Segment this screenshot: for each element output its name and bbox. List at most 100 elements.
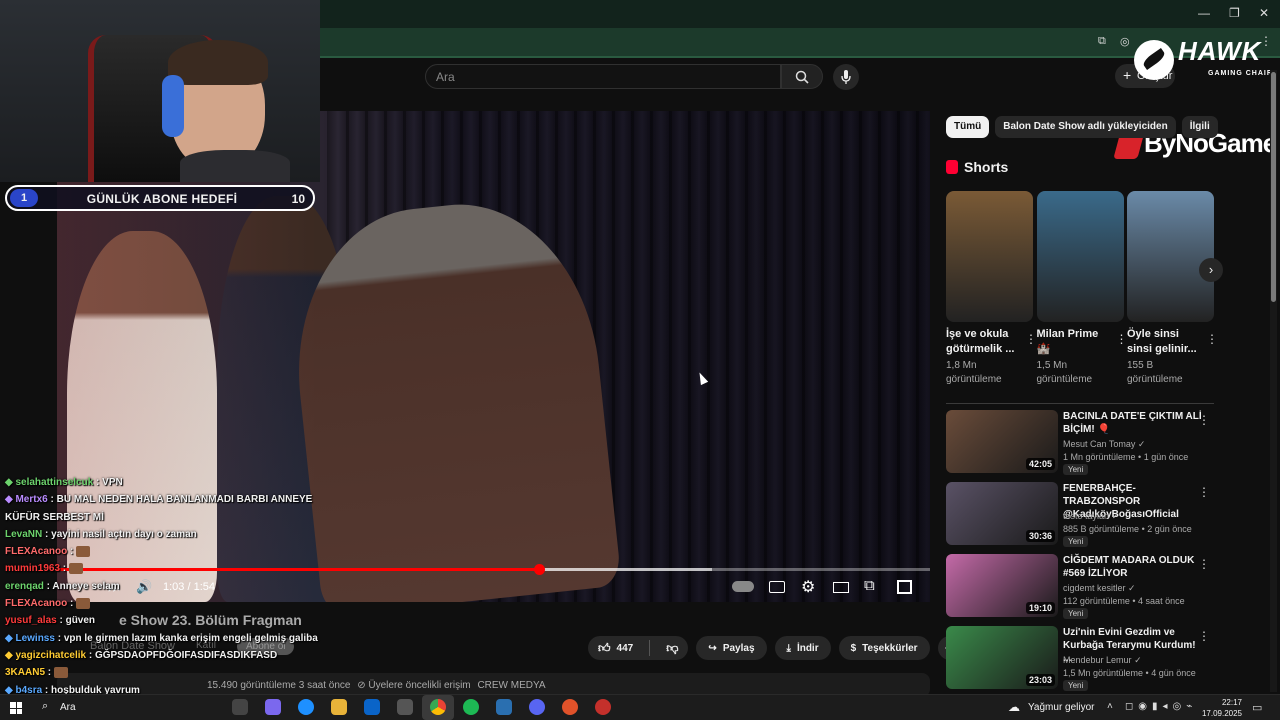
more-dots-icon[interactable]: ⋮ [1198, 413, 1210, 427]
download-button[interactable]: ⤓ İndir [774, 636, 831, 660]
chat-username[interactable]: FLEXAcanoo [5, 598, 67, 609]
start-icon[interactable] [10, 702, 22, 714]
short-thumbnail[interactable] [946, 191, 1033, 322]
cast-icon[interactable]: ⧉ [1098, 35, 1106, 48]
eye-off-icon[interactable]: ◎ [1120, 35, 1130, 48]
more-dots-icon[interactable]: ⋮ [1116, 332, 1128, 346]
close-icon[interactable]: ✕ [1259, 6, 1269, 20]
tray-icons[interactable]: ◻◉▮◂◎⌁ [1125, 701, 1197, 712]
video-title[interactable]: BACINLA DATE'E ÇIKTIM ALİ BİÇİM! 🎈 [1063, 410, 1203, 436]
thanks-button[interactable]: $ Teşekkürler [838, 636, 930, 660]
search-button[interactable] [781, 64, 823, 89]
outlook-icon[interactable] [364, 699, 380, 715]
short-card[interactable]: Öyle sinsi sinsi gelinir... 155 B görüntül… [1127, 191, 1218, 387]
minimize-icon[interactable]: — [1198, 6, 1210, 20]
chat-username[interactable]: selahattinselcuk [15, 477, 93, 488]
copilot-icon[interactable] [265, 699, 281, 715]
dislike-button[interactable]: 👎︎ [656, 641, 688, 656]
chat-username[interactable]: Lewinss [15, 633, 54, 644]
more-dots-icon[interactable]: ⋮ [1025, 332, 1037, 346]
edge-icon[interactable] [298, 699, 314, 715]
taskbar-search[interactable]: ⌕ Ara [34, 697, 214, 718]
short-title[interactable]: İşe ve okula götürmelik ... [946, 327, 1021, 357]
autoplay-toggle[interactable] [732, 581, 754, 592]
chat-username[interactable]: FLEXAcanoo [5, 546, 67, 557]
system-clock[interactable]: 22:17 17.09.2025 [1202, 697, 1242, 719]
video-progress-knob[interactable] [533, 564, 545, 575]
video-duration: 19:10 [1025, 602, 1055, 614]
chat-username[interactable]: erenqad [5, 581, 44, 592]
app-icon[interactable] [562, 699, 578, 715]
short-thumbnail[interactable] [1036, 191, 1124, 322]
short-card[interactable]: İşe ve okula götürmelik ... 1,8 Mn görüntü… [946, 191, 1037, 387]
short-thumbnail[interactable] [1127, 191, 1214, 322]
recommended-video[interactable]: 30:36 FENERBAHÇE-TRABZONSPOR @KadıköyBoğa… [946, 482, 1214, 548]
video-thumbnail[interactable]: 30:36 [946, 482, 1058, 545]
xbox-icon[interactable] [397, 699, 413, 715]
short-card[interactable]: Milan Prime 🏰 1,5 Mn görüntüleme ⋮ [1036, 191, 1128, 387]
crew-tag[interactable]: CREW MEDYA [477, 680, 545, 691]
video-channel[interactable]: Mesut Can Tomay ✓ [1063, 439, 1145, 450]
shorts-next-button[interactable]: › [1199, 258, 1223, 282]
app-icon[interactable] [595, 699, 611, 715]
video-channel[interactable]: Mendebur Lemur ✓ [1063, 655, 1142, 666]
chevron-up-icon[interactable]: ˄ [1107, 701, 1113, 712]
chat-separator: : [60, 563, 69, 575]
chat-separator: : [93, 477, 103, 488]
menu-dots-icon[interactable]: ⋮ [1260, 34, 1272, 48]
cast-icon[interactable]: ⧉ [864, 577, 875, 594]
task-view-icon[interactable] [232, 699, 248, 715]
discord-icon[interactable] [529, 699, 545, 715]
recommended-video[interactable]: 19:10 CİĞDEMT MADARA OLDUK #569 İZLİYOR ci… [946, 554, 1214, 620]
chat-username[interactable]: mumin1963 [5, 563, 60, 574]
file-explorer-icon[interactable] [331, 699, 347, 715]
chrome-icon[interactable] [430, 699, 446, 715]
weather-text[interactable]: Yağmur geliyor [1028, 702, 1095, 713]
chat-username[interactable]: 3KAAN5 [5, 667, 45, 678]
chip-all[interactable]: Tümü [946, 116, 990, 138]
more-dots-icon[interactable]: ⋮ [1198, 557, 1210, 571]
chat-message: erenqad : Anneye selam [0, 578, 345, 595]
short-views-unit: görüntüleme [1036, 374, 1093, 385]
recommended-video[interactable]: 23:03 Uzi'nin Evini Gezdim ve Kurbağa Ter… [946, 626, 1214, 692]
chat-username[interactable]: LevaNN [5, 529, 42, 540]
more-dots-icon[interactable]: ⋮ [1198, 485, 1210, 499]
video-channel[interactable]: testo taylan ✓ [1063, 511, 1119, 522]
chip-uploader[interactable]: Balon Date Show adlı yükleyiciden [995, 116, 1176, 138]
short-title[interactable]: Öyle sinsi sinsi gelinir... [1127, 327, 1202, 357]
chat-message: ◆ yagizcihatcelik : GĞPSDAOPFDĞOIFASDIFA… [0, 647, 345, 664]
chat-badge-icon: ◆ [5, 477, 16, 488]
video-thumbnail[interactable]: 23:03 [946, 626, 1058, 689]
spotify-icon[interactable] [463, 699, 479, 715]
notifications-icon[interactable]: ▭ [1252, 701, 1262, 714]
theater-mode-icon[interactable] [833, 582, 849, 593]
voice-search-button[interactable] [833, 64, 859, 90]
shorts-icon [946, 160, 958, 174]
short-title[interactable]: Milan Prime 🏰 [1037, 327, 1112, 357]
settings-gear-icon[interactable]: ⚙ [801, 577, 815, 597]
scrollbar-thumb[interactable] [1271, 72, 1276, 302]
short-views-unit: görüntüleme [946, 374, 1002, 385]
video-thumbnail[interactable]: 42:05 [946, 410, 1058, 473]
goal-target: 10 [291, 192, 305, 206]
app-icon[interactable] [496, 699, 512, 715]
video-channel[interactable]: cigdemt kesitler ✓ [1063, 583, 1136, 594]
chat-username[interactable]: Mertx6 [15, 494, 47, 505]
share-button[interactable]: ↪ Paylaş [696, 636, 767, 660]
recommended-video[interactable]: 42:05 BACINLA DATE'E ÇIKTIM ALİ BİÇİM! 🎈 M… [946, 410, 1214, 476]
video-title[interactable]: CİĞDEMT MADARA OLDUK #569 İZLİYOR [1063, 554, 1203, 580]
chat-username[interactable]: yagizcihatcelik [15, 650, 86, 661]
more-dots-icon[interactable]: ⋮ [1198, 629, 1210, 643]
restore-icon[interactable]: ❐ [1229, 6, 1240, 20]
taskbar-search-label: Ara [60, 702, 76, 713]
subscriber-goal-bar: 1 GÜNLÜK ABONE HEDEFİ 10 [5, 185, 315, 211]
search-input[interactable]: Ara [425, 64, 781, 89]
video-actions: 👍︎ 447 👎︎ ↪Paylaş ⤓İndir $Teşekkürler ⋯ [588, 636, 962, 660]
video-thumbnail[interactable]: 19:10 [946, 554, 1058, 617]
more-dots-icon[interactable]: ⋮ [1206, 332, 1218, 346]
chat-username[interactable]: yusuf_alas [5, 615, 57, 626]
subtitles-icon[interactable] [769, 581, 785, 593]
chip-related[interactable]: İlgili [1181, 116, 1218, 138]
like-button[interactable]: 👍︎ 447 [588, 641, 643, 656]
fullscreen-icon[interactable] [897, 580, 912, 594]
